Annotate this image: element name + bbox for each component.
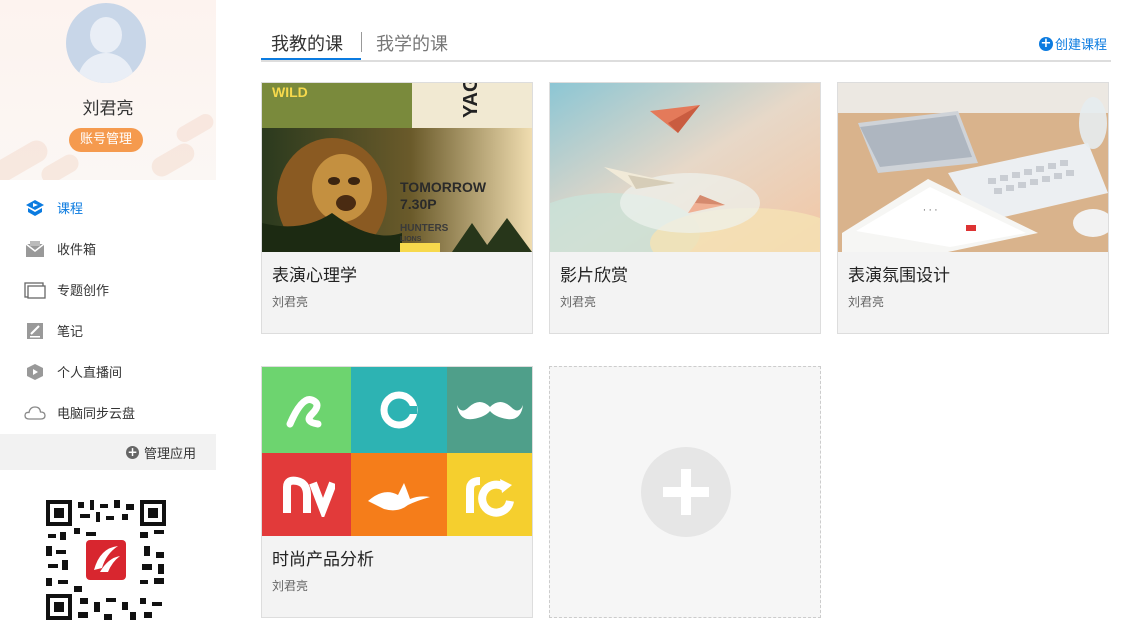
plus-circle-icon: + (1038, 35, 1053, 51)
course-thumbnail (550, 83, 820, 252)
sidebar-item-label: 电脑同步云盘 (57, 407, 136, 422)
svg-text:YAG: YAG (460, 83, 482, 118)
course-card[interactable]: 时尚产品分析 刘君亮 (261, 366, 533, 618)
thumb-text: HUNTERS (400, 223, 449, 234)
sidebar-item-cloud[interactable]: 电脑同步云盘 (0, 392, 216, 433)
live-room-icon (24, 362, 46, 382)
course-tabs: 我教的课 我学的课 + 创建课程 (261, 22, 1111, 62)
course-thumbnail: · · · (838, 83, 1108, 252)
course-title[interactable]: 表演心理学 (272, 261, 357, 286)
app-tile-icon (262, 367, 351, 453)
tab-teaching[interactable]: 我教的课 (271, 30, 343, 56)
hummingbird-icon (351, 453, 447, 536)
course-icon (24, 198, 46, 218)
plus-icon[interactable] (641, 447, 731, 537)
plus-circle-icon: + (125, 444, 139, 459)
app-tile-icon (351, 367, 447, 453)
profile-panel: 刘君亮 账号管理 (0, 0, 216, 180)
course-title[interactable]: 时尚产品分析 (272, 545, 374, 570)
thumb-text: WILD (272, 84, 308, 100)
sidebar-nav: 课程 收件箱 专题创作 笔记 个人直播间 电脑同步云盘 (0, 187, 216, 433)
course-card[interactable]: 影片欣赏 刘君亮 (549, 82, 821, 334)
svg-text:· · ·: · · · (923, 206, 937, 216)
manage-apps-label: 管理应用 (143, 446, 196, 462)
thumb-text: LIONS (400, 236, 422, 243)
app-tile-icon (262, 453, 351, 536)
course-card[interactable]: · · · 表演氛围设计 刘君亮 (837, 82, 1109, 334)
sidebar-item-label: 专题创作 (57, 284, 110, 299)
qr-code (44, 498, 168, 622)
sidebar-item-label: 课程 (57, 202, 84, 217)
course-author: 刘君亮 (560, 295, 597, 309)
sidebar-item-inbox[interactable]: 收件箱 (0, 228, 216, 269)
sidebar-item-note[interactable]: 笔记 (0, 310, 216, 351)
tab-separator (361, 32, 362, 52)
add-course-card[interactable] (549, 366, 821, 618)
sidebar-item-course[interactable]: 课程 (0, 187, 216, 228)
course-author: 刘君亮 (272, 579, 309, 593)
thumb-text: TOMORROW (400, 179, 487, 195)
app-tile-icon (447, 453, 532, 536)
mustache-icon (447, 367, 532, 453)
sidebar-item-label: 笔记 (57, 325, 84, 340)
course-title[interactable]: 表演氛围设计 (848, 261, 950, 286)
cloud-icon (24, 403, 46, 423)
note-icon (24, 321, 46, 341)
course-author: 刘君亮 (272, 295, 309, 309)
tab-learning[interactable]: 我学的课 (376, 30, 448, 56)
course-title[interactable]: 影片欣赏 (560, 261, 628, 286)
account-manage-button[interactable]: 账号管理 (69, 128, 143, 152)
avatar[interactable] (66, 3, 146, 83)
thumb-text: 7.30P (400, 196, 437, 212)
inbox-icon (24, 239, 46, 259)
manage-apps-button[interactable]: + 管理应用 (0, 434, 216, 470)
username: 刘君亮 (82, 99, 134, 119)
sidebar-item-label: 个人直播间 (57, 366, 123, 381)
create-course-label: 创建课程 (1054, 38, 1107, 53)
active-tab-indicator (261, 58, 361, 60)
sidebar: 刘君亮 账号管理 课程 收件箱 专题创作 笔记 个人直播间 电脑同步云盘 + 管… (0, 0, 216, 629)
course-card[interactable]: WILD YAG TOMORROW 7.30P HUNTERS LIONS 表演… (261, 82, 533, 334)
sidebar-item-topic[interactable]: 专题创作 (0, 269, 216, 310)
sidebar-item-label: 收件箱 (57, 243, 97, 258)
sidebar-item-live[interactable]: 个人直播间 (0, 351, 216, 392)
course-thumbnail (262, 367, 532, 536)
course-thumbnail: WILD YAG TOMORROW 7.30P HUNTERS LIONS (262, 83, 532, 252)
create-course-button[interactable]: + 创建课程 (1038, 34, 1107, 53)
course-author: 刘君亮 (848, 295, 885, 309)
topic-icon (24, 280, 46, 300)
